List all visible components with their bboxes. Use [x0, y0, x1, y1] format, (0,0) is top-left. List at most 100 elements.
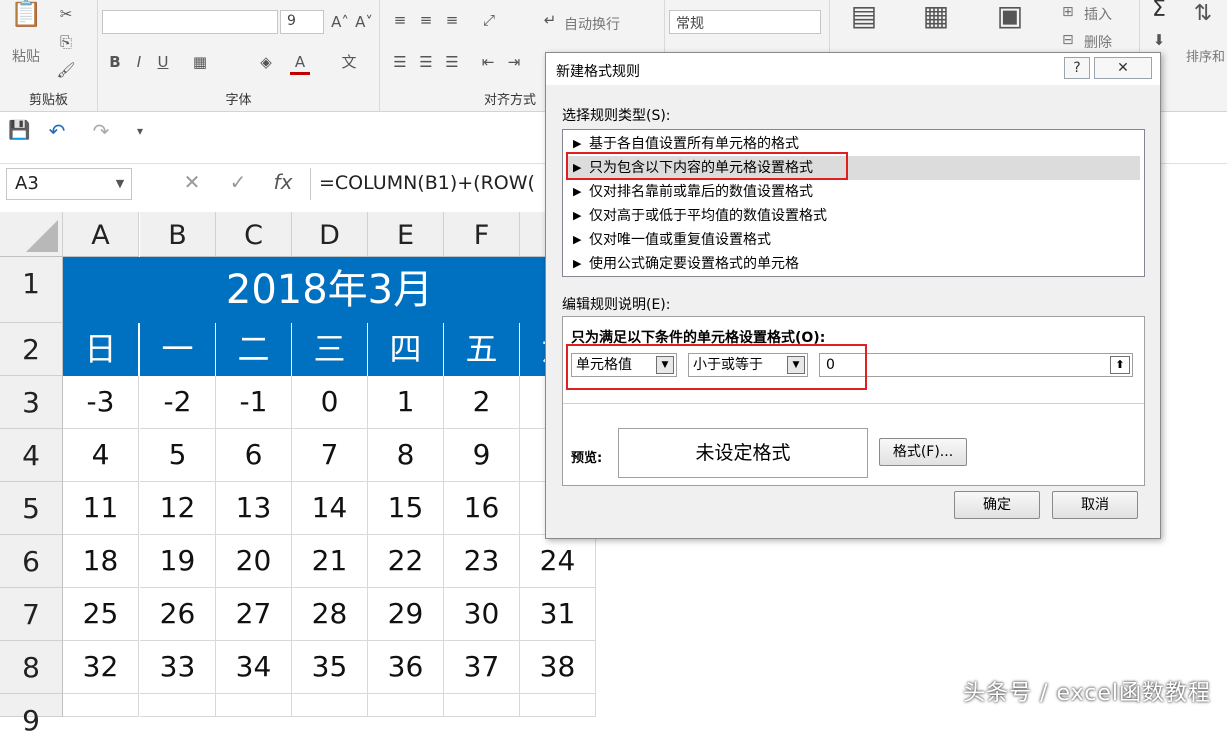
- shrink-font-icon[interactable]: A˅: [354, 12, 374, 32]
- calendar-cell[interactable]: 34: [216, 641, 292, 694]
- calendar-cell[interactable]: -1: [216, 376, 292, 429]
- insert-function-icon[interactable]: fx: [270, 172, 296, 192]
- rule-type-item[interactable]: ▶ 仅对排名靠前或靠后的数值设置格式: [567, 180, 1140, 204]
- rule-type-item[interactable]: ▶ 仅对唯一值或重复值设置格式: [567, 228, 1140, 252]
- rule-type-item[interactable]: ▶ 基于各自值设置所有单元格的格式: [567, 132, 1140, 156]
- rule-type-item[interactable]: ▶ 使用公式确定要设置格式的单元格: [567, 252, 1140, 276]
- calendar-cell[interactable]: 32: [63, 641, 139, 694]
- empty-cell[interactable]: [292, 694, 368, 717]
- column-header-A[interactable]: A: [63, 212, 139, 257]
- cancel-entry-icon[interactable]: ✕: [180, 172, 204, 192]
- align-left-icon[interactable]: ☰: [390, 52, 410, 72]
- calendar-cell[interactable]: 30: [444, 588, 520, 641]
- format-button[interactable]: 格式(F)...: [879, 438, 967, 466]
- row-header-6[interactable]: 6: [0, 535, 63, 588]
- calendar-cell[interactable]: 38: [520, 641, 596, 694]
- row-header-2[interactable]: 2: [0, 323, 63, 376]
- delete-button[interactable]: 删除: [1084, 32, 1112, 52]
- calendar-cell[interactable]: 23: [444, 535, 520, 588]
- row-header-3[interactable]: 3: [0, 376, 63, 429]
- calendar-cell[interactable]: 20: [216, 535, 292, 588]
- weekday-header[interactable]: 四: [368, 323, 444, 376]
- empty-cell[interactable]: [444, 694, 520, 717]
- align-bottom-icon[interactable]: ≡: [442, 10, 462, 30]
- calendar-cell[interactable]: 29: [368, 588, 444, 641]
- weekday-header[interactable]: 二: [216, 323, 292, 376]
- calendar-cell[interactable]: 14: [292, 482, 368, 535]
- calendar-cell[interactable]: 9: [444, 429, 520, 482]
- column-header-D[interactable]: D: [292, 212, 368, 257]
- cancel-button[interactable]: 取消: [1052, 491, 1138, 519]
- calendar-cell[interactable]: 35: [292, 641, 368, 694]
- underline-button[interactable]: U: [154, 52, 172, 72]
- empty-cell[interactable]: [368, 694, 444, 717]
- close-button[interactable]: ✕: [1094, 57, 1152, 79]
- align-right-icon[interactable]: ☰: [442, 52, 462, 72]
- format-as-table-icon[interactable]: ▦: [916, 2, 956, 42]
- calendar-cell[interactable]: 6: [216, 429, 292, 482]
- sort-filter-button[interactable]: 排序和: [1186, 46, 1225, 65]
- calendar-cell[interactable]: 5: [140, 429, 216, 482]
- column-header-B[interactable]: B: [140, 212, 216, 257]
- calendar-cell[interactable]: -2: [140, 376, 216, 429]
- dropdown-arrow-icon[interactable]: ▼: [787, 356, 805, 374]
- select-all-corner[interactable]: [0, 212, 63, 257]
- calendar-cell[interactable]: 36: [368, 641, 444, 694]
- row-header-8[interactable]: 8: [0, 641, 63, 694]
- name-box-dropdown-icon[interactable]: ▼: [112, 174, 128, 194]
- orientation-icon[interactable]: ⤢: [478, 10, 500, 30]
- calendar-cell[interactable]: 2: [444, 376, 520, 429]
- calendar-cell[interactable]: 22: [368, 535, 444, 588]
- paste-button[interactable]: 粘贴: [12, 46, 40, 66]
- calendar-cell[interactable]: 0: [292, 376, 368, 429]
- operator-select[interactable]: 小于或等于 ▼: [688, 353, 808, 377]
- calendar-cell[interactable]: 1: [368, 376, 444, 429]
- help-button[interactable]: ?: [1064, 57, 1090, 79]
- bold-button[interactable]: B: [106, 52, 124, 72]
- border-icon[interactable]: ▦: [190, 52, 210, 72]
- font-size-select[interactable]: 9: [280, 10, 324, 34]
- calendar-cell[interactable]: 8: [368, 429, 444, 482]
- calendar-cell[interactable]: 12: [140, 482, 216, 535]
- weekday-header[interactable]: 五: [444, 323, 520, 376]
- insert-icon[interactable]: ⊞: [1062, 4, 1074, 20]
- rule-type-item[interactable]: ▶ 只为包含以下内容的单元格设置格式: [567, 156, 1140, 180]
- grow-font-icon[interactable]: A˄: [330, 12, 350, 32]
- calendar-cell[interactable]: 19: [140, 535, 216, 588]
- value-input[interactable]: 0 ⬆: [819, 353, 1133, 377]
- undo-icon[interactable]: ↶: [46, 121, 68, 141]
- wrap-text-icon[interactable]: ↵: [540, 10, 560, 30]
- calendar-cell[interactable]: 33: [140, 641, 216, 694]
- sort-filter-icon[interactable]: ⇅: [1188, 3, 1218, 25]
- align-middle-icon[interactable]: ≡: [416, 10, 436, 30]
- fill-icon[interactable]: ⬇: [1148, 30, 1170, 50]
- empty-cell[interactable]: [520, 694, 596, 717]
- save-icon[interactable]: 💾: [8, 121, 30, 141]
- autosum-button[interactable]: Σ: [1148, 0, 1170, 21]
- row-header-5[interactable]: 5: [0, 482, 63, 535]
- calendar-cell[interactable]: 24: [520, 535, 596, 588]
- fill-color-icon[interactable]: ◈: [256, 52, 276, 72]
- font-name-select[interactable]: [102, 10, 278, 34]
- range-select-icon[interactable]: ⬆: [1110, 356, 1130, 374]
- calendar-cell[interactable]: 31: [520, 588, 596, 641]
- number-format-select[interactable]: 常规: [669, 10, 821, 34]
- row-header-7[interactable]: 7: [0, 588, 63, 641]
- row-header-9[interactable]: 9: [0, 694, 63, 737]
- paste-icon[interactable]: 📋: [10, 1, 42, 40]
- condition-type-select[interactable]: 单元格值 ▼: [571, 353, 677, 377]
- weekday-header[interactable]: 日: [63, 323, 139, 376]
- align-top-icon[interactable]: ≡: [390, 10, 410, 30]
- italic-button[interactable]: I: [130, 52, 148, 72]
- rule-type-list[interactable]: ▶ 基于各自值设置所有单元格的格式 ▶ 只为包含以下内容的单元格设置格式 ▶ 仅对排名靠前…: [562, 129, 1145, 277]
- rule-type-item[interactable]: ▶ 仅对高于或低于平均值的数值设置格式: [567, 204, 1140, 228]
- calendar-cell[interactable]: 11: [63, 482, 139, 535]
- increase-indent-icon[interactable]: ⇥: [504, 52, 524, 72]
- decrease-indent-icon[interactable]: ⇤: [478, 52, 498, 72]
- calendar-cell[interactable]: -3: [63, 376, 139, 429]
- customize-qat-icon[interactable]: ▾: [132, 121, 148, 141]
- calendar-cell[interactable]: 26: [140, 588, 216, 641]
- align-center-icon[interactable]: ☰: [416, 52, 436, 72]
- calendar-cell[interactable]: 13: [216, 482, 292, 535]
- row-header-1[interactable]: 1: [0, 257, 63, 323]
